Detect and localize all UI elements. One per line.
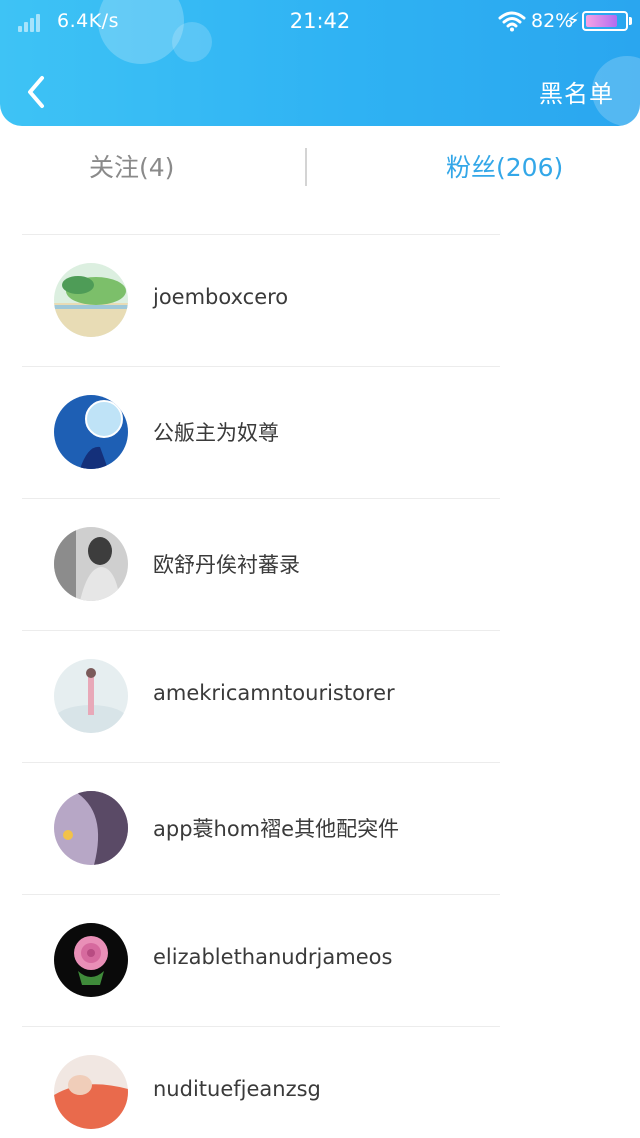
app-header: 6.4K/s 21:42 82% ⚡ 黑名单 — [0, 0, 640, 126]
avatar[interactable] — [54, 1055, 128, 1129]
battery-level — [586, 15, 617, 27]
avatar[interactable] — [54, 923, 128, 997]
follower-name: joemboxcero — [153, 285, 289, 309]
tab-followers[interactable]: 粉丝(206) — [446, 148, 563, 184]
follower-name: 公舨主为奴尊 — [153, 421, 279, 445]
avatar[interactable] — [54, 263, 128, 337]
blacklist-button[interactable]: 黑名单 — [539, 74, 614, 109]
battery-icon — [582, 11, 628, 31]
list-item[interactable]: nudituefjeanzsg — [0, 1027, 640, 1138]
tab-divider — [305, 148, 307, 186]
follower-name: app蓑hom褶e其他配突件 — [153, 817, 400, 841]
list-item[interactable]: 欧舒丹俟衬蕃录 — [0, 499, 640, 631]
tab-following[interactable]: 关注(4) — [89, 148, 174, 184]
follower-name: amekricamntouristorer — [153, 681, 395, 705]
battery-tip — [629, 17, 632, 25]
avatar[interactable] — [54, 791, 128, 865]
avatar[interactable] — [54, 527, 128, 601]
chevron-left-icon — [28, 76, 44, 108]
list-item[interactable]: 公舨主为奴尊 — [0, 367, 640, 499]
follower-name: nudituefjeanzsg — [153, 1077, 321, 1101]
wifi-icon — [498, 11, 526, 32]
avatar[interactable] — [54, 659, 128, 733]
tab-bar: 关注(4) 粉丝(206) — [0, 126, 640, 206]
back-button[interactable] — [18, 70, 58, 114]
follower-list[interactable]: caqommedesgarcownse joemboxcero 公舨主为奴尊 欧… — [0, 150, 640, 1138]
follower-name: elizablethanudrjameos — [153, 945, 393, 969]
status-bar: 6.4K/s 21:42 82% ⚡ — [0, 0, 640, 44]
list-item[interactable]: app蓑hom褶e其他配突件 — [0, 763, 640, 895]
list-item[interactable]: amekricamntouristorer — [0, 631, 640, 763]
list-item[interactable]: joemboxcero — [0, 235, 640, 367]
charging-icon: ⚡ — [566, 8, 581, 32]
avatar[interactable] — [54, 395, 128, 469]
list-item[interactable]: elizablethanudrjameos — [0, 895, 640, 1027]
follower-name: 欧舒丹俟衬蕃录 — [153, 553, 300, 577]
